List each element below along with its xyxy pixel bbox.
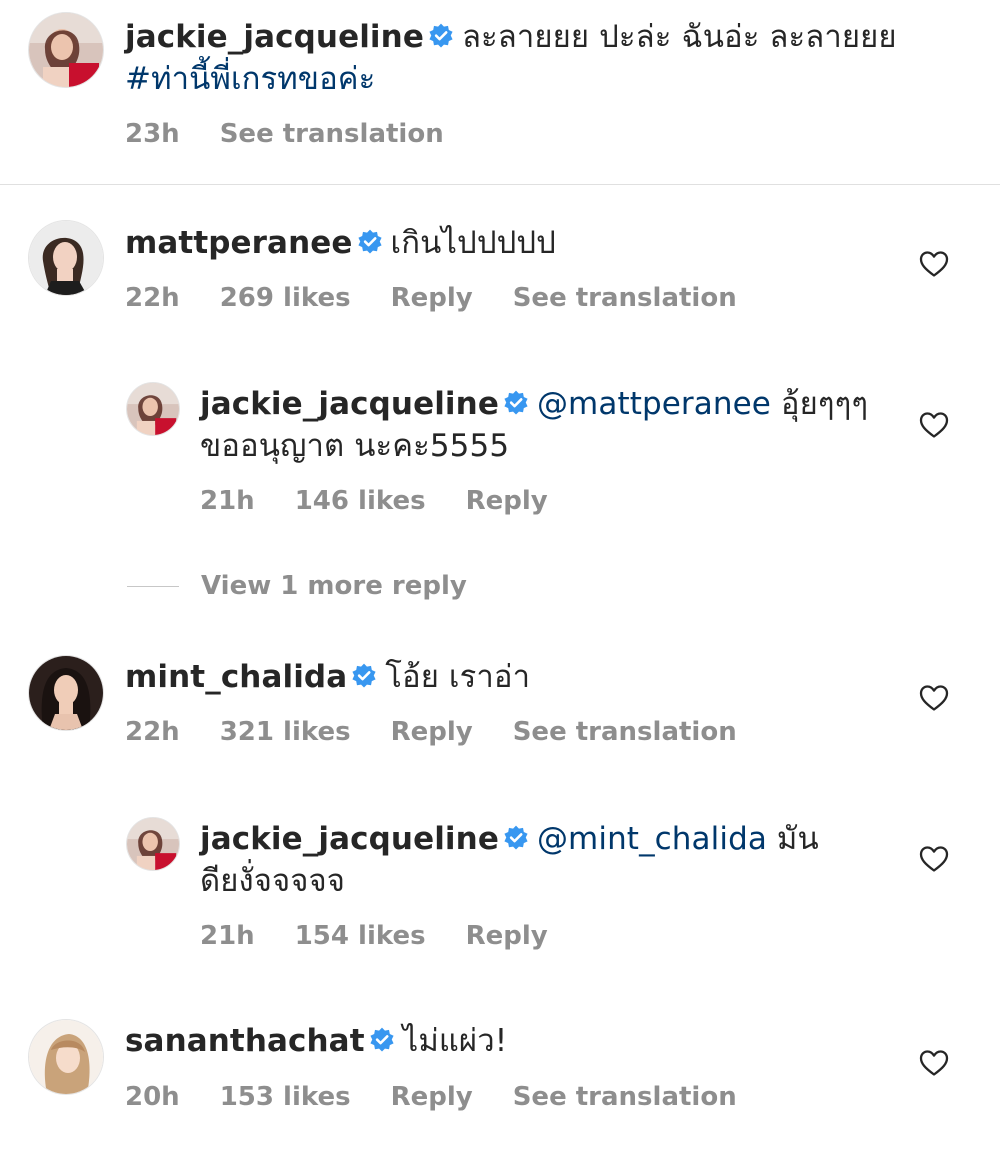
verified-badge-icon	[369, 1027, 395, 1053]
hashtag-link[interactable]: #ท่านี้พี่เกรทขอค่ะ	[125, 61, 375, 97]
mention-link[interactable]: @mattperanee	[537, 386, 771, 422]
timestamp: 22h	[125, 283, 180, 313]
likes-count[interactable]: 153 likes	[220, 1082, 351, 1112]
likes-count[interactable]: 146 likes	[295, 486, 426, 516]
username[interactable]: mattperanee	[125, 225, 353, 261]
divider	[0, 184, 1000, 185]
username[interactable]: jackie_jacqueline	[200, 386, 499, 422]
comment-text-line: jackie_jacqueline @mattperanee อุ้ยๆๆๆ ขอ…	[200, 383, 870, 467]
caption-text: jackie_jacqueline ละลายยย ปะล่ะ ฉันอ่ะ ละ…	[125, 16, 965, 100]
avatar[interactable]	[29, 13, 103, 87]
likes-count[interactable]: 154 likes	[295, 921, 426, 951]
comment-text-line: sananthachat ไม่แผ่ว!	[125, 1020, 885, 1062]
mention-link[interactable]: @mint_chalida	[537, 821, 767, 857]
comment-meta: 20h 153 likes Reply See translation	[125, 1082, 777, 1112]
timestamp: 23h	[125, 119, 180, 149]
verified-badge-icon	[503, 825, 529, 851]
heart-icon[interactable]	[919, 250, 949, 278]
likes-count[interactable]: 269 likes	[220, 283, 351, 313]
username[interactable]: sananthachat	[125, 1023, 365, 1059]
avatar[interactable]	[127, 383, 179, 435]
comment-text: ไม่แผ่ว!	[402, 1023, 508, 1059]
caption-meta: 23h See translation	[125, 119, 484, 149]
view-more-label: View 1 more reply	[201, 571, 467, 601]
comment-text: เกินไปปปปป	[390, 225, 556, 261]
comment-text-line: jackie_jacqueline @mint_chalida มันดียงั่…	[200, 818, 820, 902]
verified-badge-icon	[357, 229, 383, 255]
avatar[interactable]	[29, 221, 103, 295]
timestamp: 21h	[200, 486, 255, 516]
comment-text: โอ้ย เราอ่า	[385, 659, 531, 695]
comment-text: ละลายยย ปะล่ะ ฉันอ่ะ ละลายยย	[461, 19, 897, 55]
comment-text-line: mint_chalida โอ้ย เราอ่า	[125, 656, 885, 698]
avatar[interactable]	[29, 656, 103, 730]
username[interactable]: jackie_jacqueline	[200, 821, 499, 857]
view-more-replies-button[interactable]: View 1 more reply	[127, 571, 467, 601]
verified-badge-icon	[351, 663, 377, 689]
heart-icon[interactable]	[919, 684, 949, 712]
reply-button[interactable]: Reply	[391, 717, 473, 747]
timestamp: 20h	[125, 1082, 180, 1112]
username[interactable]: mint_chalida	[125, 659, 347, 695]
reply-button[interactable]: Reply	[391, 1082, 473, 1112]
verified-badge-icon	[503, 390, 529, 416]
comment-text-line: mattperanee เกินไปปปปป	[125, 222, 885, 264]
comment-meta: 22h 321 likes Reply See translation	[125, 717, 777, 747]
comment-meta: 22h 269 likes Reply See translation	[125, 283, 777, 313]
view-more-line	[127, 585, 179, 587]
avatar[interactable]	[127, 818, 179, 870]
verified-badge-icon	[428, 23, 454, 49]
reply-button[interactable]: Reply	[466, 921, 548, 951]
avatar[interactable]	[29, 1020, 103, 1094]
reply-button[interactable]: Reply	[466, 486, 548, 516]
timestamp: 22h	[125, 717, 180, 747]
see-translation-button[interactable]: See translation	[513, 283, 737, 313]
username[interactable]: jackie_jacqueline	[125, 19, 424, 55]
heart-icon[interactable]	[919, 411, 949, 439]
see-translation-button[interactable]: See translation	[220, 119, 444, 149]
heart-icon[interactable]	[919, 1049, 949, 1077]
heart-icon[interactable]	[919, 845, 949, 873]
likes-count[interactable]: 321 likes	[220, 717, 351, 747]
comment-meta: 21h 154 likes Reply	[200, 921, 588, 951]
see-translation-button[interactable]: See translation	[513, 717, 737, 747]
see-translation-button[interactable]: See translation	[513, 1082, 737, 1112]
timestamp: 21h	[200, 921, 255, 951]
reply-button[interactable]: Reply	[391, 283, 473, 313]
comment-meta: 21h 146 likes Reply	[200, 486, 588, 516]
